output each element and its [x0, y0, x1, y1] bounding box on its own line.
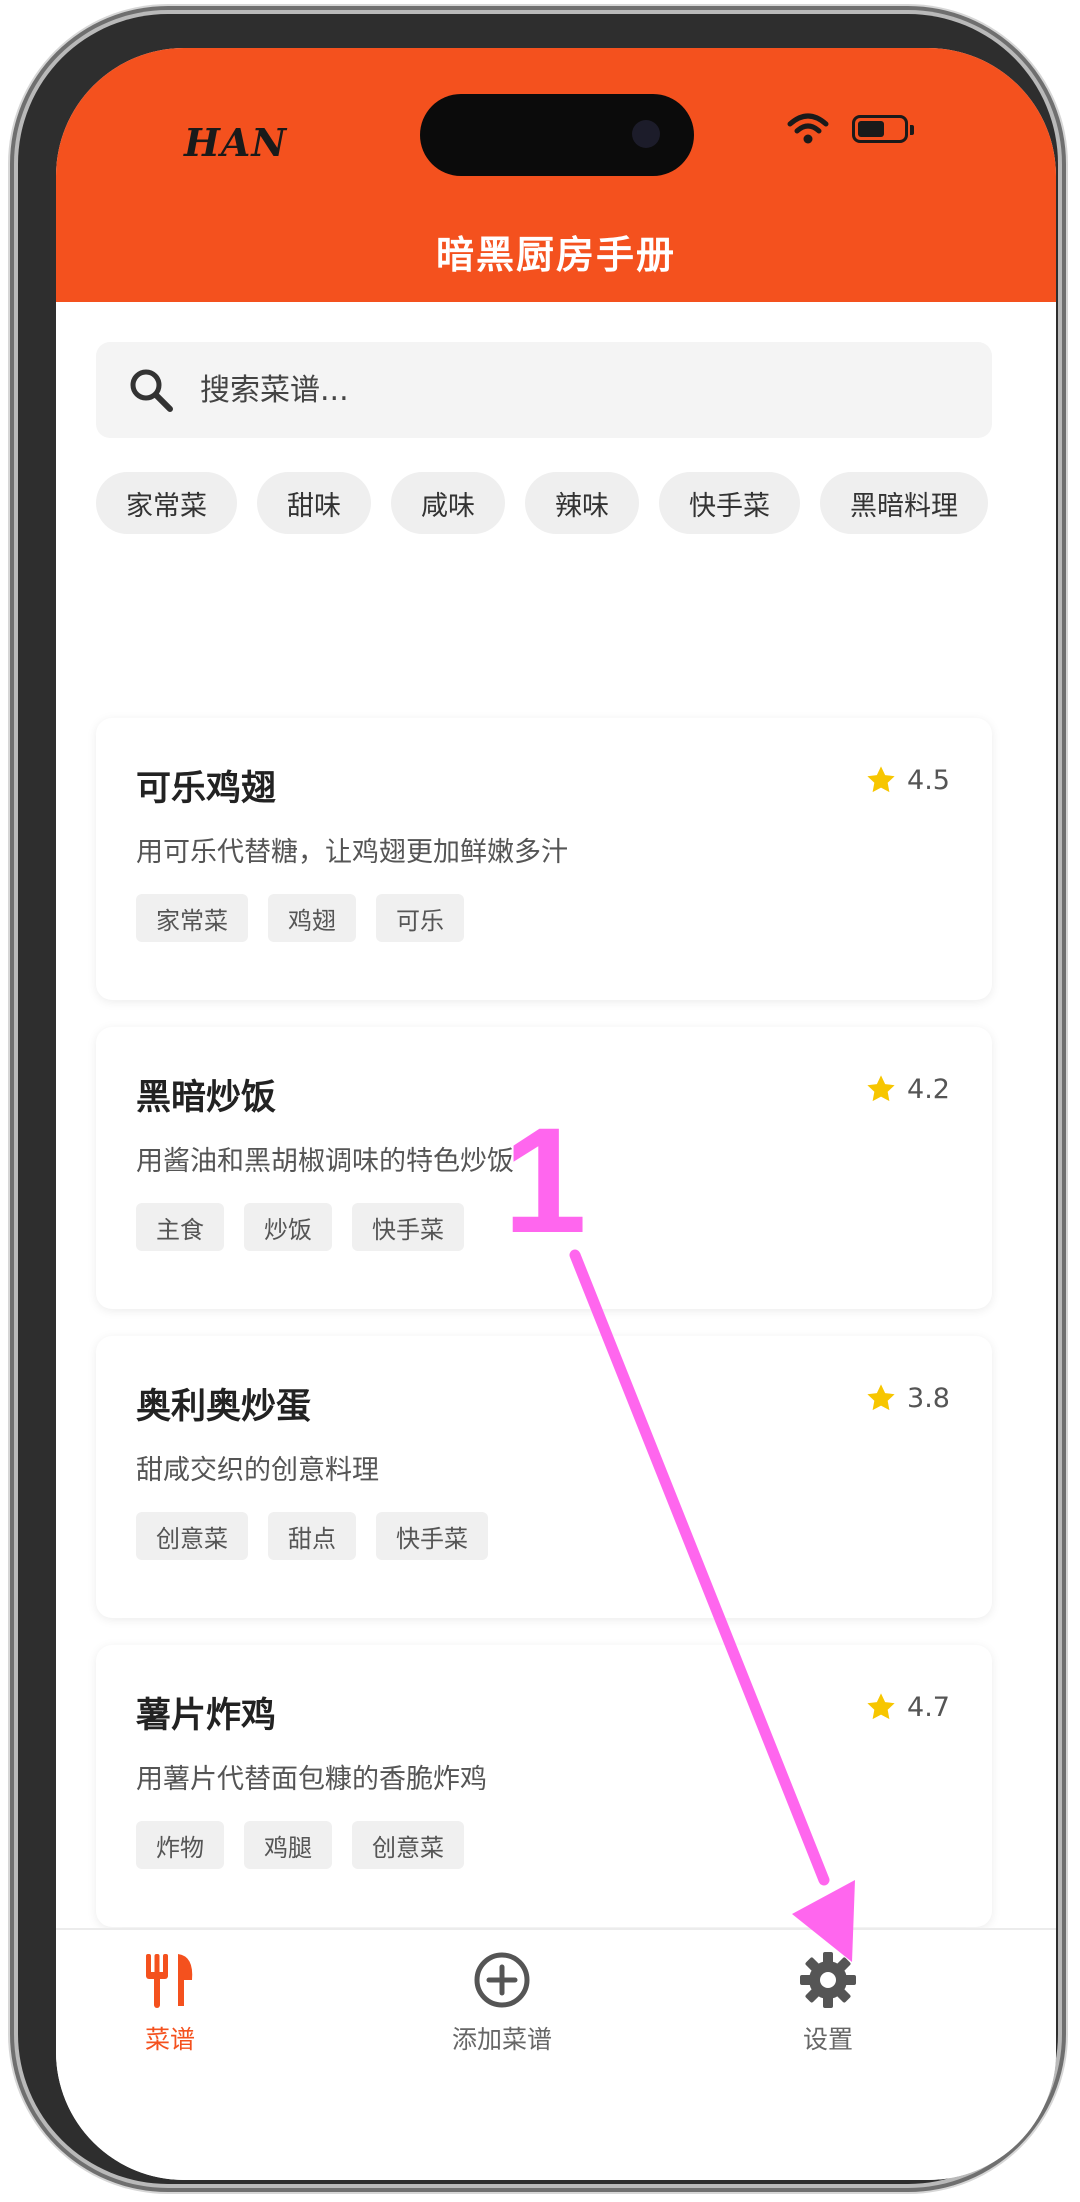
recipe-rating: 4.5 — [865, 764, 950, 796]
recipe-tag: 鸡翅 — [268, 894, 356, 942]
recipe-title: 奥利奥炒蛋 — [136, 1387, 312, 1427]
recipe-tag: 创意菜 — [352, 1821, 464, 1869]
bottom-tab-bar: 菜谱 添加菜谱 设置 — [56, 1928, 1056, 2180]
recipe-tag: 炒饭 — [244, 1203, 332, 1251]
dynamic-island — [420, 94, 694, 176]
recipe-rating: 4.7 — [865, 1691, 950, 1723]
tab-label: 菜谱 — [144, 2025, 195, 2054]
recipe-rating: 4.2 — [865, 1073, 950, 1105]
category-chip[interactable]: 辣味 — [525, 472, 639, 534]
recipe-card[interactable]: 奥利奥炒蛋 3.8 甜咸交织的创意料理 创意菜 甜点 快手菜 — [96, 1336, 992, 1618]
rating-value: 4.7 — [907, 1691, 950, 1723]
recipe-rating: 3.8 — [865, 1382, 950, 1414]
star-icon — [867, 1075, 895, 1102]
category-chip[interactable]: 甜味 — [257, 472, 371, 534]
search-input[interactable] — [198, 371, 902, 409]
search-bar[interactable] — [96, 342, 992, 438]
star-icon — [867, 766, 895, 793]
recipe-tag: 可乐 — [376, 894, 464, 942]
recipe-description: 用酱油和黑胡椒调味的特色炒饭 — [136, 1146, 514, 1177]
recipe-tag: 家常菜 — [136, 894, 248, 942]
recipe-tag: 快手菜 — [352, 1203, 464, 1251]
camera-dot — [632, 120, 660, 148]
gear-icon — [800, 1952, 856, 2008]
recipe-card[interactable]: 可乐鸡翅 4.5 用可乐代替糖，让鸡翅更加鲜嫩多汁 家常菜 鸡翅 可乐 — [96, 718, 992, 1000]
recipe-tags: 创意菜 甜点 快手菜 — [136, 1512, 488, 1560]
recipe-tag: 主食 — [136, 1203, 224, 1251]
recipe-title: 可乐鸡翅 — [136, 769, 277, 809]
recipe-title: 黑暗炒饭 — [136, 1078, 277, 1118]
plus-circle-icon — [474, 1952, 530, 2008]
battery-icon — [852, 115, 914, 143]
screen: HAN 暗黑厨房手册 搜索菜谱... 家常菜 甜味 咸味 辣味 快手菜 黑暗料理… — [56, 48, 1056, 2180]
recipe-tags: 主食 炒饭 快手菜 — [136, 1203, 464, 1251]
power-button — [1060, 640, 1068, 880]
tab-add-recipe[interactable]: 添加菜谱 — [402, 1950, 602, 2056]
category-chips: 家常菜 甜味 咸味 辣味 快手菜 黑暗料理 — [96, 472, 996, 534]
recipe-description: 用薯片代替面包糠的香脆炸鸡 — [136, 1764, 487, 1795]
recipe-tag: 鸡腿 — [244, 1821, 332, 1869]
recipe-tag: 甜点 — [268, 1512, 356, 1560]
search-icon — [130, 369, 173, 412]
category-chip[interactable]: 黑暗料理 — [820, 472, 988, 534]
rating-value: 3.8 — [907, 1382, 950, 1414]
recipe-tag: 快手菜 — [376, 1512, 488, 1560]
category-chip[interactable]: 快手菜 — [659, 472, 800, 534]
home-indicator — [416, 2148, 696, 2158]
recipe-tags: 家常菜 鸡翅 可乐 — [136, 894, 464, 942]
recipe-description: 用可乐代替糖，让鸡翅更加鲜嫩多汁 — [136, 837, 568, 868]
tab-settings[interactable]: 设置 — [728, 1950, 928, 2056]
rating-value: 4.5 — [907, 764, 950, 796]
category-chip[interactable]: 咸味 — [391, 472, 505, 534]
status-icons — [786, 112, 914, 146]
recipe-description: 甜咸交织的创意料理 — [136, 1455, 379, 1486]
app-header: HAN 暗黑厨房手册 — [56, 48, 1056, 302]
recipe-card[interactable]: 黑暗炒饭 4.2 用酱油和黑胡椒调味的特色炒饭 主食 炒饭 快手菜 — [96, 1027, 992, 1309]
utensils-icon — [146, 1954, 193, 2008]
star-icon — [867, 1693, 895, 1720]
recipe-title: 薯片炸鸡 — [136, 1696, 277, 1736]
recipe-tag: 创意菜 — [136, 1512, 248, 1560]
wifi-icon — [787, 113, 829, 144]
tab-recipes[interactable]: 菜谱 — [70, 1950, 270, 2056]
recipe-tags: 炸物 鸡腿 创意菜 — [136, 1821, 464, 1869]
carrier-label: HAN — [184, 120, 288, 165]
tab-label: 设置 — [802, 2025, 853, 2054]
recipe-tag: 炸物 — [136, 1821, 224, 1869]
page-title: 暗黑厨房手册 — [435, 233, 676, 277]
category-chip[interactable]: 家常菜 — [96, 472, 237, 534]
star-icon — [867, 1384, 895, 1411]
phone-frame: HAN 暗黑厨房手册 搜索菜谱... 家常菜 甜味 咸味 辣味 快手菜 黑暗料理… — [18, 14, 1058, 2184]
recipe-card[interactable]: 薯片炸鸡 4.7 用薯片代替面包糠的香脆炸鸡 炸物 鸡腿 创意菜 — [96, 1645, 992, 1927]
rating-value: 4.2 — [907, 1073, 950, 1105]
tab-label: 添加菜谱 — [451, 2025, 552, 2054]
